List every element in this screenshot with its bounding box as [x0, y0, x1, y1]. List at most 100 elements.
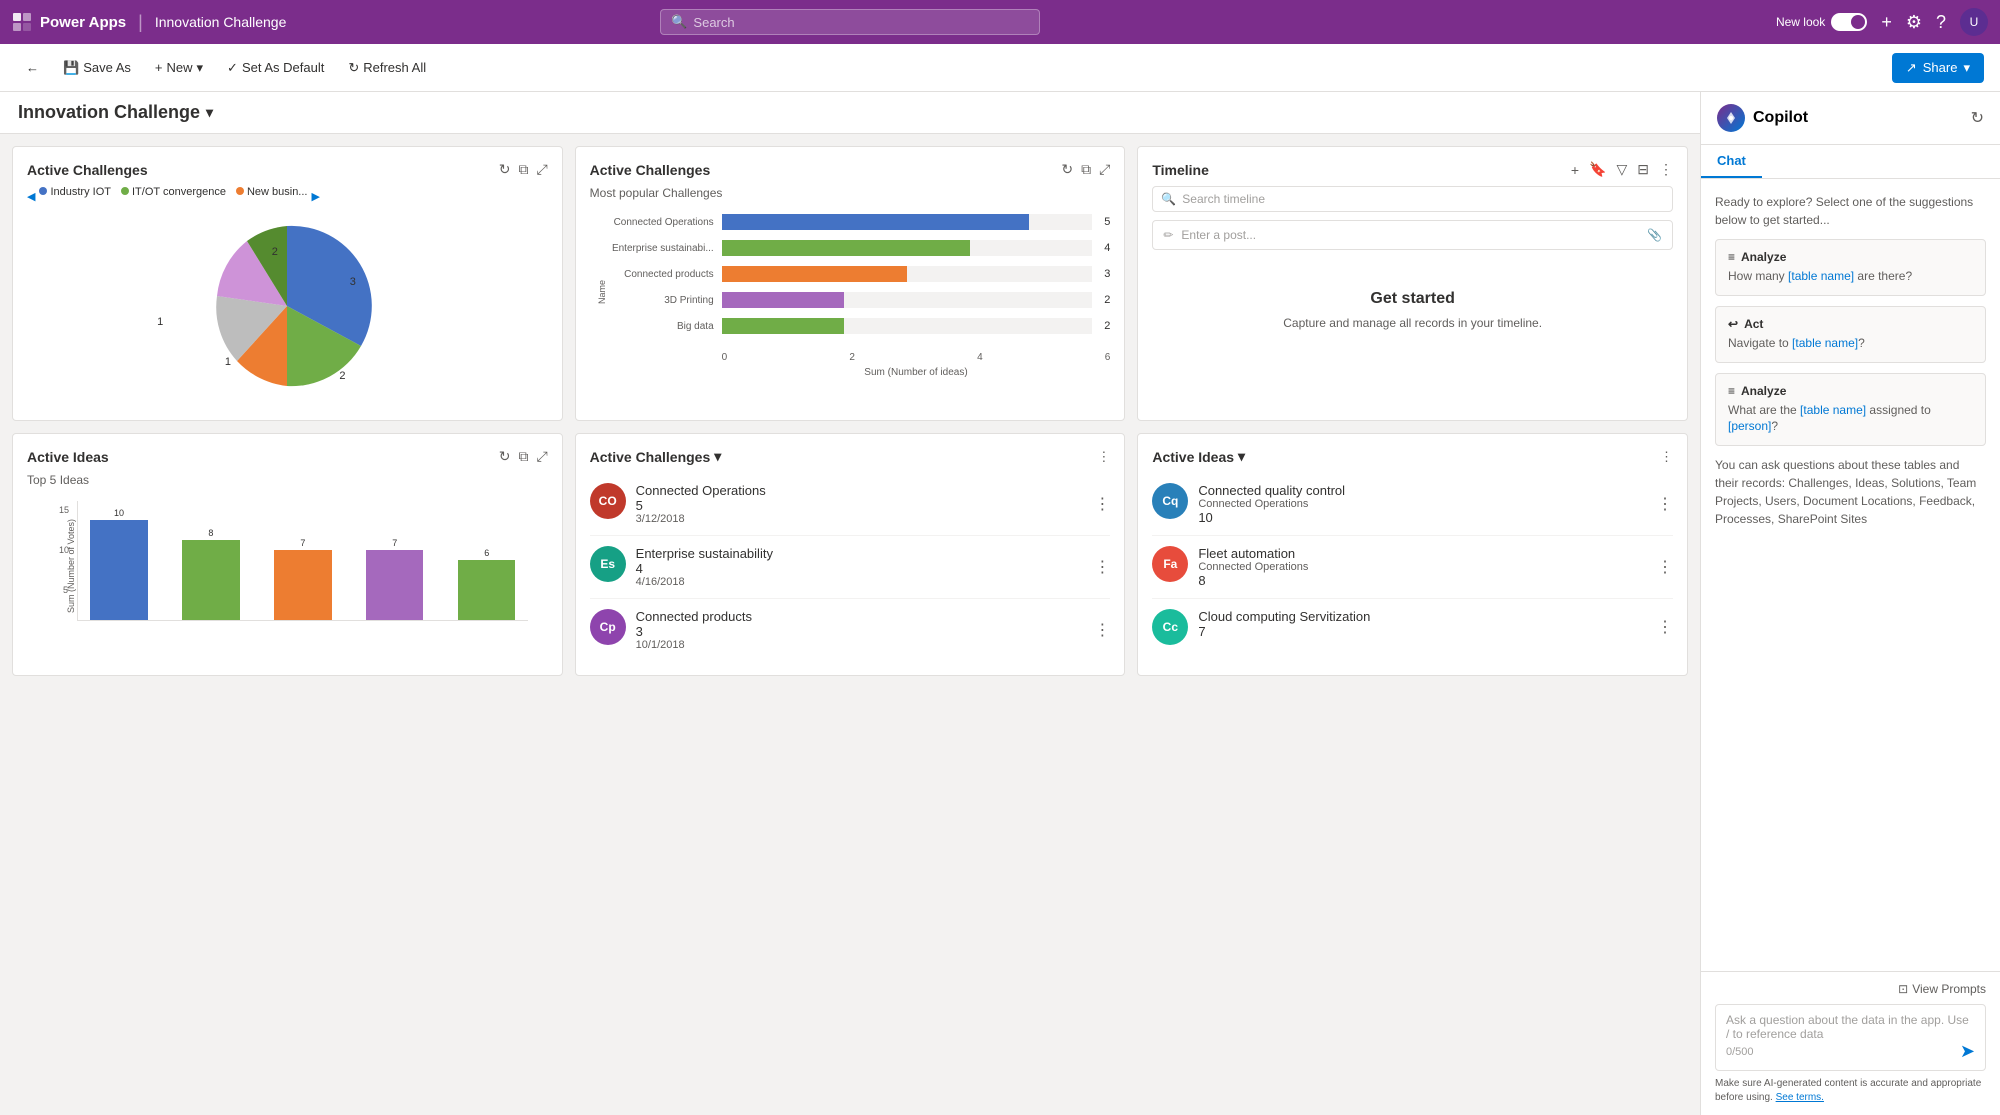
- copilot-footer: ⊡ View Prompts 0/500 ➤ Make sure AI-gene…: [1701, 971, 2000, 1115]
- challenge-more-1[interactable]: ⋮: [1094, 557, 1110, 577]
- challenge-count-2: 3: [636, 624, 1085, 639]
- expand-bar-icon[interactable]: ⤢: [1099, 161, 1110, 178]
- timeline-view-icon[interactable]: ⊟: [1637, 161, 1649, 178]
- share-dropdown-icon: ▾: [1963, 60, 1970, 76]
- suggestion-link-2b[interactable]: [person]: [1728, 419, 1771, 433]
- ideas-list-title-dropdown[interactable]: Active Ideas ▾: [1152, 448, 1245, 465]
- refresh-button[interactable]: ↻ Refresh All: [338, 54, 436, 82]
- challenge-date-2: 10/1/2018: [636, 639, 1085, 651]
- save-as-button[interactable]: 💾 Save As: [53, 54, 141, 82]
- idea-sub-0: Connected Operations: [1198, 498, 1647, 510]
- new-button[interactable]: + New ▾: [145, 54, 213, 82]
- ideas-bar-val-0: 10: [114, 508, 124, 518]
- timeline-bookmark-icon[interactable]: 🔖: [1589, 161, 1606, 178]
- bar-card-title: Active Challenges: [590, 162, 711, 178]
- view-prompts-label: View Prompts: [1912, 982, 1986, 996]
- idea-more-0[interactable]: ⋮: [1657, 494, 1673, 514]
- challenge-more-0[interactable]: ⋮: [1094, 494, 1110, 514]
- suggestion-type-label-2: Analyze: [1741, 384, 1786, 398]
- active-challenges-bar-card: Active Challenges ↻ ⧉ ⤢ Most popular Cha…: [575, 146, 1126, 421]
- refresh-bar-icon[interactable]: ↻: [1061, 161, 1073, 178]
- pie-chart-svg: [197, 216, 377, 396]
- main-layout: Innovation Challenge ▾ Active Challenges…: [0, 92, 2000, 1115]
- idea-more-2[interactable]: ⋮: [1657, 617, 1673, 637]
- user-avatar[interactable]: U: [1960, 8, 1988, 36]
- expand-ideas-icon[interactable]: ⤢: [536, 448, 547, 465]
- copy-bar-icon[interactable]: ⧉: [1081, 161, 1091, 178]
- chat-textarea[interactable]: [1726, 1013, 1975, 1041]
- ideas-bar-4: [458, 560, 515, 620]
- back-icon: ←: [26, 60, 39, 75]
- timeline-filter-icon[interactable]: ▽: [1616, 161, 1627, 178]
- bar-label-3: 3D Printing: [604, 295, 714, 306]
- pie-prev-icon[interactable]: ◀: [27, 190, 35, 203]
- pie-next-icon[interactable]: ▶: [311, 190, 319, 203]
- set-default-button[interactable]: ✓ Set As Default: [217, 54, 334, 82]
- ideas-list-header: Active Ideas ▾ ⋮: [1152, 448, 1673, 465]
- challenges-list-title-dropdown[interactable]: Active Challenges ▾: [590, 448, 722, 465]
- refresh-ideas-icon[interactable]: ↻: [499, 448, 511, 465]
- idea-sub-1: Connected Operations: [1198, 561, 1647, 573]
- disclaimer-link[interactable]: See terms.: [1776, 1092, 1824, 1103]
- chat-send-button[interactable]: ➤: [1960, 1041, 1975, 1062]
- challenges-list-header: Active Challenges ▾ ⋮: [590, 448, 1111, 465]
- challenge-info-1: Enterprise sustainability 4 4/16/2018: [636, 546, 1085, 588]
- copy-card-icon[interactable]: ⧉: [518, 161, 528, 178]
- refresh-card-icon[interactable]: ↻: [499, 161, 511, 178]
- bar-label-0: Connected Operations: [604, 217, 714, 228]
- timeline-more-icon[interactable]: ⋮: [1659, 161, 1673, 178]
- suggestion-link-1[interactable]: [table name]: [1792, 336, 1858, 350]
- bar-axis-labels: 0246: [604, 352, 1111, 363]
- pie-label-2-top: 2: [272, 246, 278, 258]
- challenge-more-2[interactable]: ⋮: [1094, 620, 1110, 640]
- bar-value-2: 3: [1104, 268, 1110, 280]
- y-tick-10: 10: [59, 545, 69, 555]
- bar-row-2: Connected products 3: [604, 266, 1111, 282]
- suggestion-card-2[interactable]: ≡ Analyze What are the [table name] assi…: [1715, 373, 1986, 447]
- copy-ideas-icon[interactable]: ⧉: [518, 448, 528, 465]
- idea-item-1: Fa Fleet automation Connected Operations…: [1152, 536, 1673, 599]
- new-look-toggle[interactable]: New look: [1776, 13, 1867, 31]
- suggestion-card-1[interactable]: ↩ Act Navigate to [table name]?: [1715, 306, 1986, 363]
- timeline-post[interactable]: ✏ Enter a post... 📎: [1152, 220, 1673, 250]
- timeline-add-icon[interactable]: +: [1571, 162, 1579, 178]
- back-button[interactable]: ←: [16, 54, 49, 81]
- copilot-refresh-icon[interactable]: ↻: [1971, 108, 1984, 128]
- legend-2: IT/OT convergence: [121, 186, 226, 198]
- new-look-switch[interactable]: [1831, 13, 1867, 31]
- challenge-info-2: Connected products 3 10/1/2018: [636, 609, 1085, 651]
- timeline-search[interactable]: 🔍 Search timeline: [1152, 186, 1673, 212]
- ideas-card-actions: ↻ ⧉ ⤢: [499, 448, 548, 465]
- bar-value-1: 4: [1104, 242, 1110, 254]
- challenges-list-more-icon[interactable]: ⋮: [1097, 449, 1110, 465]
- challenge-avatar-2: Cp: [590, 609, 626, 645]
- challenge-name-0: Connected Operations: [636, 483, 1085, 498]
- add-icon[interactable]: +: [1881, 12, 1892, 33]
- ideas-bars-container: 10 8 7 7: [77, 501, 528, 621]
- help-icon[interactable]: ?: [1936, 12, 1946, 33]
- expand-card-icon[interactable]: ⤢: [536, 161, 547, 178]
- bar-label-4: Big data: [604, 321, 714, 332]
- brand: Power Apps: [12, 12, 126, 32]
- idea-count-2: 7: [1198, 624, 1647, 639]
- dashboard-header[interactable]: Innovation Challenge ▾: [0, 92, 1700, 134]
- toolbar: ← 💾 Save As + New ▾ ✓ Set As Default ↻ R…: [0, 44, 2000, 92]
- challenge-info-0: Connected Operations 5 3/12/2018: [636, 483, 1085, 525]
- suggestion-type-2: ≡ Analyze: [1728, 384, 1973, 398]
- chat-input-footer: 0/500 ➤: [1726, 1041, 1975, 1062]
- tab-chat[interactable]: Chat: [1701, 145, 1762, 178]
- suggestion-link-0[interactable]: [table name]: [1788, 269, 1854, 283]
- suggestion-card-0[interactable]: ≡ Analyze How many [table name] are ther…: [1715, 239, 1986, 296]
- suggestion-link-2a[interactable]: [table name]: [1800, 403, 1866, 417]
- pie-label-3: 3: [350, 276, 356, 288]
- idea-more-1[interactable]: ⋮: [1657, 557, 1673, 577]
- settings-icon[interactable]: ⚙: [1906, 12, 1922, 33]
- share-button[interactable]: ↗ Share ▾: [1892, 53, 1984, 83]
- search-input[interactable]: [693, 15, 1029, 30]
- new-label: New: [166, 60, 192, 75]
- ideas-bar-val-1: 8: [208, 528, 213, 538]
- search-bar[interactable]: 🔍: [660, 9, 1040, 35]
- view-prompts-button[interactable]: ⊡ View Prompts: [1715, 982, 1986, 996]
- pie-nav: ◀ Industry IOT IT/OT convergence New bus…: [27, 186, 548, 206]
- ideas-list-more-icon[interactable]: ⋮: [1660, 449, 1673, 465]
